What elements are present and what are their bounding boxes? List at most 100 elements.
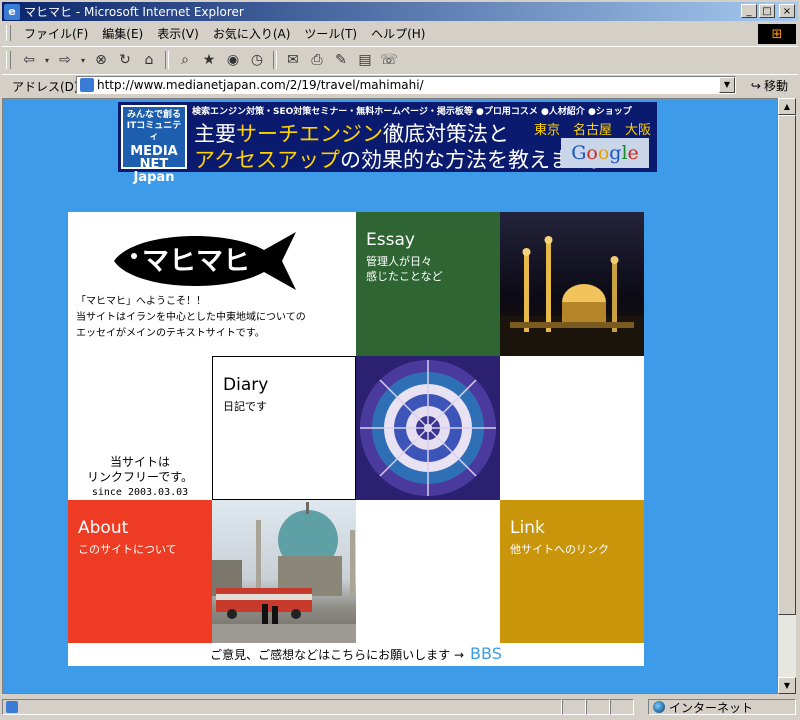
since-date: since 2003.03.03 — [91, 487, 189, 498]
site-grid: マヒマヒ 「マヒマヒ」へようこそ！！ 当サイトはイランを中心とした中東地域につい… — [68, 212, 644, 666]
menu-view[interactable]: 表示(V) — [150, 25, 206, 42]
discuss-icon[interactable]: ▤ — [355, 50, 375, 70]
address-dropdown-icon[interactable]: ▼ — [719, 77, 735, 93]
browser-window: e マヒマヒ - Microsoft Internet Explorer _ □… — [0, 0, 800, 720]
history-icon[interactable]: ◷ — [247, 50, 267, 70]
intro-text: 「マヒマヒ」へようこそ！！ 当サイトはイランを中心とした中東地域についての エッ… — [76, 294, 306, 342]
footer-text: ご意見、ご感想などはこちらにお願いします → — [210, 648, 465, 662]
bbs-link[interactable]: BBS — [470, 644, 502, 663]
stop-icon[interactable]: ⊗ — [91, 50, 111, 70]
menu-bar: ファイル(F) 編集(E) 表示(V) お気に入り(A) ツール(T) ヘルプ(… — [2, 23, 798, 43]
shrine-photo — [212, 500, 356, 644]
fish-logo-icon: マヒマヒ — [114, 232, 296, 290]
home-icon[interactable]: ⌂ — [139, 50, 159, 70]
about-title: About — [78, 518, 129, 538]
ad-banner[interactable]: みんなで創る ITコミュニティ MEDIA NET Japan 検索エンジン対策… — [118, 102, 657, 184]
logo-text: マヒマヒ — [142, 246, 250, 277]
title-bar: e マヒマヒ - Microsoft Internet Explorer _ □… — [2, 2, 798, 21]
menu-grip — [6, 25, 11, 41]
link-free-line: 当サイトは — [109, 455, 170, 469]
mosque-night-image — [500, 236, 644, 356]
favorites-icon[interactable]: ★ — [199, 50, 219, 70]
diary-tile[interactable]: Diary 日記です — [212, 356, 356, 500]
footer-line: ご意見、ご感想などはこちらにお願いします → BBS — [68, 643, 644, 665]
mosaic-tile-photo — [356, 356, 500, 500]
banner-topline: 検索エンジン対策・SEO対策セミナー・無料ホームページ・掲示板等 ●プロ用コスメ… — [192, 107, 632, 117]
maximize-button[interactable]: □ — [759, 4, 775, 18]
go-label: 移動 — [763, 79, 788, 93]
globe-icon — [653, 701, 665, 713]
messenger-icon[interactable]: ☏ — [379, 50, 399, 70]
essay-desc-line: 感じたことなど — [366, 270, 443, 283]
google-logo: Google — [561, 138, 649, 168]
banner-line1-a: 主要 — [194, 122, 236, 146]
ie-icon: e — [4, 3, 20, 20]
status-cell — [586, 699, 610, 715]
diary-title: Diary — [223, 375, 269, 395]
page-viewport: みんなで創る ITコミュニティ MEDIA NET Japan 検索エンジン対策… — [2, 98, 778, 694]
logo-name: MEDIA NET Japan — [130, 144, 178, 185]
minimize-button[interactable]: _ — [741, 4, 757, 18]
media-icon[interactable]: ◉ — [223, 50, 243, 70]
toolbar: ⇦ ▾ ⇨ ▾ ⊗ ↻ ⌂ ⌕ ★ ◉ ◷ ✉ ⎙ ✎ ▤ ☏ — [2, 46, 798, 73]
status-main — [2, 699, 562, 715]
essay-desc: 管理人が日々 感じたことなど — [366, 254, 443, 284]
menu-tools[interactable]: ツール(T) — [297, 25, 364, 42]
mosaic-image — [356, 356, 500, 500]
about-tile[interactable]: About このサイトについて — [68, 500, 212, 644]
forward-dropdown-icon[interactable]: ▾ — [79, 50, 87, 70]
menu-edit[interactable]: 編集(E) — [95, 25, 150, 42]
toolbar-separator — [273, 51, 277, 69]
go-button[interactable]: ↪ 移動 — [751, 77, 788, 94]
link-desc: 他サイトへのリンク — [510, 543, 609, 556]
status-page-icon — [6, 701, 18, 713]
edit-icon[interactable]: ✎ — [331, 50, 351, 70]
banner-line2-a: アクセスアップ — [194, 148, 340, 172]
essay-title: Essay — [366, 230, 415, 250]
zone-label: インターネット — [669, 700, 754, 715]
essay-desc-line: 管理人が日々 — [366, 255, 432, 268]
banner-line2: アクセスアップの効果的な方法を教えます。 — [194, 144, 611, 174]
forward-icon[interactable]: ⇨ — [55, 50, 75, 70]
intro-line: 当サイトはイランを中心とした中東地域についての — [76, 312, 306, 323]
address-bar: アドレス(D) http://www.medianetjapan.com/2/1… — [2, 74, 798, 97]
banner-line1-b: サーチエンジン — [236, 122, 383, 146]
menu-file[interactable]: ファイル(F) — [17, 25, 95, 42]
essay-tile[interactable]: Essay 管理人が日々 感じたことなど — [356, 212, 500, 356]
close-button[interactable]: × — [779, 4, 795, 18]
scroll-up-icon[interactable]: ▲ — [778, 98, 796, 115]
scroll-thumb[interactable] — [778, 115, 796, 615]
toolbar-separator — [165, 51, 169, 69]
link-title: Link — [510, 518, 545, 538]
address-url[interactable]: http://www.medianetjapan.com/2/19/travel… — [97, 78, 424, 92]
status-cell — [562, 699, 586, 715]
search-icon[interactable]: ⌕ — [175, 50, 195, 70]
mosque-night-photo — [500, 212, 644, 356]
link-free-notice: 当サイトは リンクフリーです。 since 2003.03.03 — [68, 455, 212, 500]
vertical-scrollbar[interactable]: ▲ ▼ — [778, 98, 796, 694]
toolbar-grip — [6, 51, 11, 69]
intro-line: 「マヒマヒ」へようこそ！！ — [76, 296, 206, 307]
address-input[interactable]: http://www.medianetjapan.com/2/19/travel… — [76, 76, 736, 94]
banner-cities: 東京 名古屋 大阪 — [533, 123, 651, 138]
go-arrow-icon: ↪ — [750, 78, 761, 93]
window-title: マヒマヒ - Microsoft Internet Explorer — [24, 5, 244, 19]
logo-tagline: みんなで創る ITコミュニティ — [126, 110, 182, 142]
link-tile[interactable]: Link 他サイトへのリンク — [500, 500, 644, 644]
banner-line1-c: 徹底対策法と — [383, 122, 509, 146]
scroll-down-icon[interactable]: ▼ — [778, 677, 796, 694]
print-icon[interactable]: ⎙ — [307, 50, 327, 70]
mail-icon[interactable]: ✉ — [283, 50, 303, 70]
intro-line: エッセイがメインのテキストサイトです。 — [76, 328, 265, 339]
link-free-line: リンクフリーです。 — [86, 470, 194, 484]
back-dropdown-icon[interactable]: ▾ — [43, 50, 51, 70]
menu-favorites[interactable]: お気に入り(A) — [206, 25, 298, 42]
windows-logo-icon: ⊞ — [758, 24, 796, 44]
intro-panel: マヒマヒ 「マヒマヒ」へようこそ！！ 当サイトはイランを中心とした中東地域につい… — [68, 212, 356, 356]
medianet-logo: みんなで創る ITコミュニティ MEDIA NET Japan — [121, 105, 187, 184]
page-icon — [80, 78, 94, 92]
back-icon[interactable]: ⇦ — [19, 50, 39, 70]
refresh-icon[interactable]: ↻ — [115, 50, 135, 70]
menu-help[interactable]: ヘルプ(H) — [364, 25, 432, 42]
security-zone: インターネット — [648, 699, 796, 715]
